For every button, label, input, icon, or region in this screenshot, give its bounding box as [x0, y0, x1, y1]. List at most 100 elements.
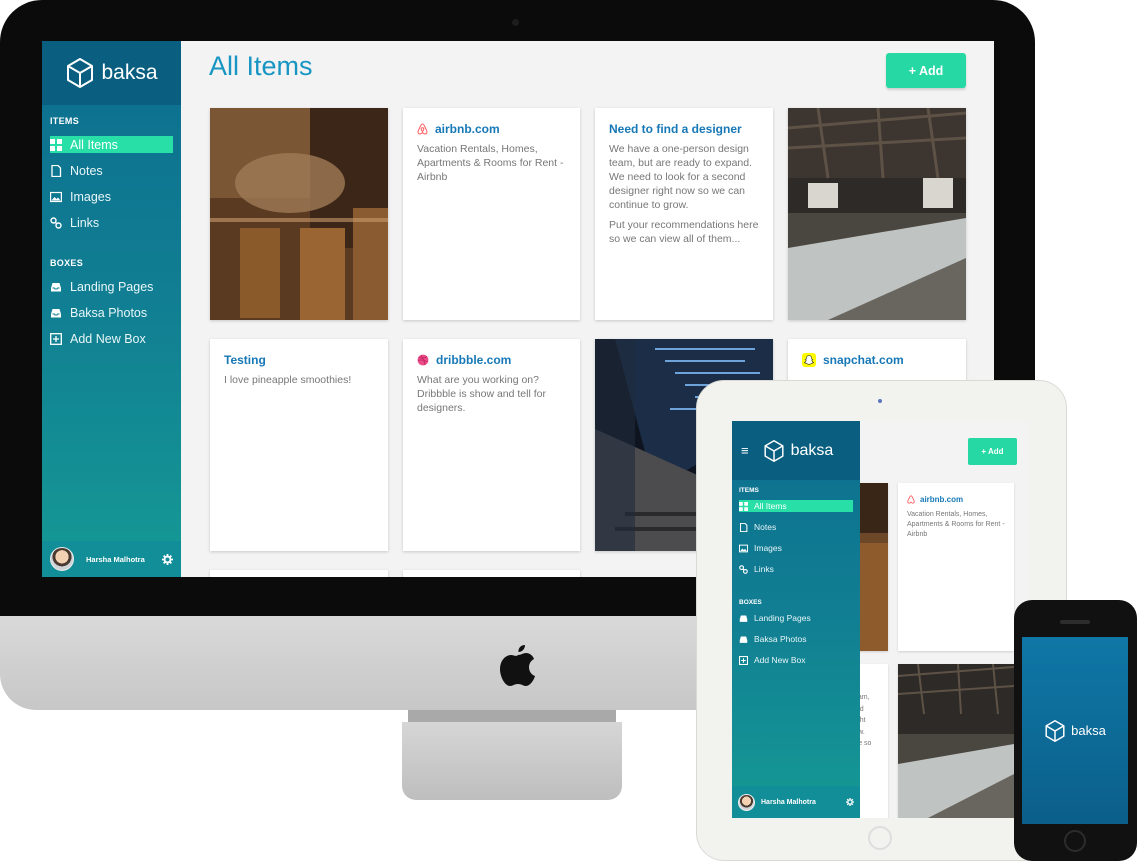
snapchat-icon	[802, 353, 816, 367]
link-card-dribbble[interactable]: dribbble.com What are you working on? Dr…	[403, 339, 580, 551]
card-title: Testing	[224, 353, 266, 367]
sidebar-box-label: Baksa Photos	[754, 634, 807, 644]
phone-splash-screen: baksa	[1022, 637, 1128, 824]
user-footer: Harsha Malhotra	[42, 541, 181, 577]
avatar[interactable]	[738, 793, 755, 811]
sidebar-item-notes[interactable]: Notes	[50, 162, 173, 179]
imac-stand	[402, 722, 622, 800]
image-card-bar[interactable]	[210, 108, 388, 320]
gear-icon[interactable]	[162, 553, 173, 565]
sidebar-item-label: Links	[70, 215, 100, 230]
ipad-camera	[878, 399, 882, 403]
card-description: We have a one-person design team, but ar…	[609, 142, 759, 246]
sidebar-box-label: Baksa Photos	[70, 305, 148, 320]
card-row3-2[interactable]	[403, 570, 580, 577]
ipad-home-button[interactable]	[868, 826, 892, 850]
tablet-sidebar-box-landing-pages[interactable]: Landing Pages	[739, 612, 853, 624]
card-title[interactable]: airbnb.com	[435, 122, 500, 136]
plus-square-icon	[739, 655, 748, 665]
tablet-user-footer: Harsha Malhotra	[732, 786, 860, 818]
card-paragraph: We have a one-person design team, but ar…	[609, 143, 753, 211]
note-icon	[51, 164, 62, 177]
brand-name: baksa	[1071, 723, 1106, 738]
tablet-sidebar-drawer: ≡ baksa ITEMS All Items Notes Images Lin…	[732, 421, 860, 818]
grid-icon	[739, 501, 748, 511]
card-title[interactable]: dribbble.com	[436, 353, 511, 367]
image-icon	[739, 544, 748, 552]
sidebar-item-label: All Items	[754, 501, 787, 511]
link-icon	[50, 216, 62, 229]
note-icon	[739, 522, 748, 532]
cube-logo-icon	[67, 58, 94, 88]
tablet-sidebar-item-links[interactable]: Links	[739, 563, 853, 575]
boxes-heading: BOXES	[739, 599, 762, 606]
link-icon	[739, 564, 748, 574]
tablet-brand-bar: ≡ baksa	[732, 421, 860, 480]
card-title[interactable]: airbnb.com	[920, 495, 963, 504]
image-card-office[interactable]	[788, 108, 966, 320]
sidebar-item-label: Links	[754, 564, 774, 574]
tablet-sidebar-add-new-box[interactable]: Add New Box	[739, 654, 853, 666]
avatar[interactable]	[50, 547, 74, 571]
airbnb-icon	[907, 495, 915, 504]
inbox-icon	[739, 615, 748, 622]
tablet-link-card-airbnb[interactable]: airbnb.com Vacation Rentals, Homes, Apar…	[898, 483, 1014, 651]
cube-logo-icon	[1045, 719, 1065, 742]
sidebar-add-new-box[interactable]: Add New Box	[50, 330, 173, 347]
card-paragraph: Put your recommendations here so we can …	[609, 219, 759, 245]
note-card-designer[interactable]: Need to find a designer We have a one-pe…	[595, 108, 773, 320]
page-title: All Items	[209, 51, 313, 81]
grid-icon	[50, 138, 62, 151]
sidebar-item-label: Notes	[70, 163, 103, 178]
brand-logo[interactable]: baksa	[42, 41, 181, 105]
apple-logo-icon	[500, 645, 535, 686]
sidebar-item-links[interactable]: Links	[50, 214, 173, 231]
image-icon	[50, 191, 62, 202]
sidebar-item-label: All Items	[70, 137, 118, 152]
card-description: Vacation Rentals, Homes, Apartments & Ro…	[417, 143, 564, 183]
card-title: Need to find a designer	[609, 122, 742, 136]
sidebar-box-label: Landing Pages	[70, 279, 154, 294]
items-heading: ITEMS	[739, 487, 759, 494]
tablet-sidebar-item-notes[interactable]: Notes	[739, 521, 853, 533]
gear-icon[interactable]	[846, 798, 854, 806]
iphone-home-button[interactable]	[1064, 830, 1086, 852]
sidebar-item-images[interactable]: Images	[50, 188, 173, 205]
sidebar-box-label: Add New Box	[70, 331, 146, 346]
card-row3-1[interactable]	[210, 570, 388, 577]
card-description: Vacation Rentals, Homes, Apartments & Ro…	[907, 511, 1005, 538]
note-card-testing[interactable]: Testing I love pineapple smoothies!	[210, 339, 388, 551]
sidebar-item-all-items[interactable]: All Items	[50, 136, 173, 153]
brand-name: baksa	[101, 61, 158, 84]
tablet-sidebar-item-images[interactable]: Images	[739, 542, 853, 554]
airbnb-icon	[417, 123, 428, 135]
office-photo	[788, 108, 966, 320]
bar-photo	[210, 108, 388, 320]
brand-name: baksa	[790, 441, 834, 459]
add-button[interactable]: + Add	[886, 53, 966, 88]
tablet-image-card-office[interactable]	[898, 664, 1014, 818]
cube-logo-icon	[764, 439, 784, 462]
sidebar-item-label: Images	[754, 543, 782, 553]
sidebar-box-label: Add New Box	[754, 655, 806, 665]
tablet-sidebar-item-all-items[interactable]: All Items	[739, 500, 853, 512]
imac-camera	[512, 19, 519, 26]
hamburger-menu-icon[interactable]: ≡	[741, 443, 749, 458]
sidebar-item-label: Notes	[754, 522, 777, 532]
office-photo	[898, 664, 1014, 818]
sidebar-item-label: Images	[70, 189, 111, 204]
card-description: I love pineapple smoothies!	[224, 374, 352, 386]
dribbble-icon	[417, 354, 429, 366]
inbox-icon	[51, 308, 61, 317]
sidebar-box-baksa-photos[interactable]: Baksa Photos	[50, 304, 173, 321]
tablet-sidebar-box-baksa-photos[interactable]: Baksa Photos	[739, 633, 853, 645]
iphone-speaker	[1060, 620, 1090, 624]
card-title[interactable]: snapchat.com	[823, 353, 904, 367]
imac-neck	[408, 710, 616, 722]
user-name: Harsha Malhotra	[86, 554, 145, 564]
link-card-airbnb[interactable]: airbnb.com Vacation Rentals, Homes, Apar…	[403, 108, 580, 320]
boxes-heading: BOXES	[50, 258, 84, 268]
sidebar-box-landing-pages[interactable]: Landing Pages	[50, 278, 173, 295]
tablet-add-button[interactable]: + Add	[968, 438, 1017, 465]
inbox-icon	[51, 282, 61, 291]
